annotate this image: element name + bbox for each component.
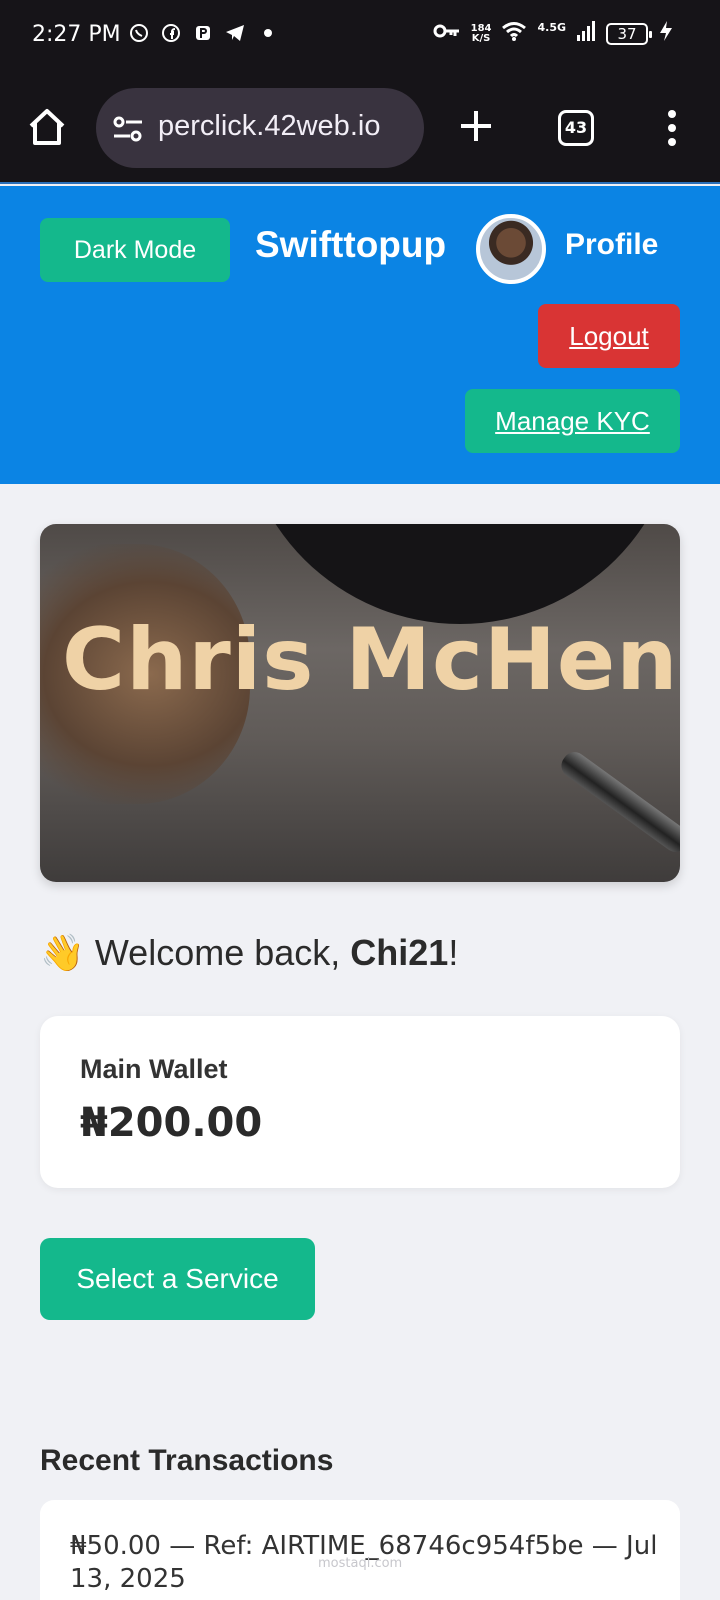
wallet-label: Main Wallet (80, 1054, 228, 1084)
key-icon (433, 22, 461, 45)
watermark: mostaql.com (318, 1556, 403, 1571)
brand-title: Swifttopup (255, 224, 447, 265)
browser-toolbar: perclick.42web.io 43 (0, 72, 720, 184)
status-time: 2:27 PM (32, 22, 121, 47)
url-text: perclick.42web.io (158, 110, 381, 142)
tab-switcher-button[interactable]: 43 (558, 110, 594, 146)
address-bar[interactable]: perclick.42web.io (96, 88, 424, 168)
welcome-message: 👋 Welcome back, Chi21! (40, 932, 458, 974)
charging-icon (658, 20, 674, 47)
recent-transactions-title: Recent Transactions (40, 1444, 334, 1477)
notification-icons (128, 22, 272, 44)
wifi-icon (501, 20, 527, 47)
wave-emoji: 👋 (40, 932, 85, 973)
welcome-prefix: Welcome back, (94, 932, 351, 973)
wallet-card: Main Wallet ₦200.00 (40, 1016, 680, 1188)
profile-link[interactable]: Profile (565, 228, 658, 262)
more-notifications-dot (264, 29, 272, 37)
new-tab-icon[interactable] (458, 108, 494, 144)
transaction-item[interactable]: ₦50.00 — Ref: AIRTIME_68746c954f5be — Ju… (40, 1500, 680, 1600)
facebook-icon (160, 22, 182, 44)
home-icon[interactable] (26, 106, 68, 148)
site-settings-icon[interactable] (112, 114, 144, 144)
whatsapp-icon (128, 22, 150, 44)
username: Chi21 (350, 932, 449, 973)
dark-mode-button[interactable]: Dark Mode (40, 218, 230, 282)
paypal-icon (192, 22, 214, 44)
manage-kyc-button[interactable]: Manage KYC (465, 389, 680, 453)
network-type: 4.5G (537, 21, 566, 34)
app-header: Dark Mode Swifttopup Profile Logout Mana… (0, 186, 720, 484)
battery-indicator: 37 (606, 22, 652, 45)
wallet-balance: ₦200.00 (80, 1100, 263, 1146)
network-speed: 184 K/S (470, 22, 492, 44)
avatar[interactable] (476, 214, 546, 284)
promo-banner: Chris McHenry (40, 524, 680, 882)
logout-button[interactable]: Logout (538, 304, 680, 368)
telegram-icon (224, 22, 246, 44)
signal-icon (576, 20, 596, 47)
more-menu-icon[interactable] (662, 108, 682, 148)
banner-shape (240, 524, 680, 624)
status-bar: 2:27 PM 184 K/S 4.5G 37 (0, 0, 720, 72)
banner-pen (556, 747, 680, 857)
banner-text: Chris McHenry (62, 610, 680, 710)
select-service-button[interactable]: Select a Service (40, 1238, 315, 1320)
system-icons: 184 K/S 4.5G 37 (433, 20, 674, 47)
welcome-suffix: ! (448, 932, 459, 973)
